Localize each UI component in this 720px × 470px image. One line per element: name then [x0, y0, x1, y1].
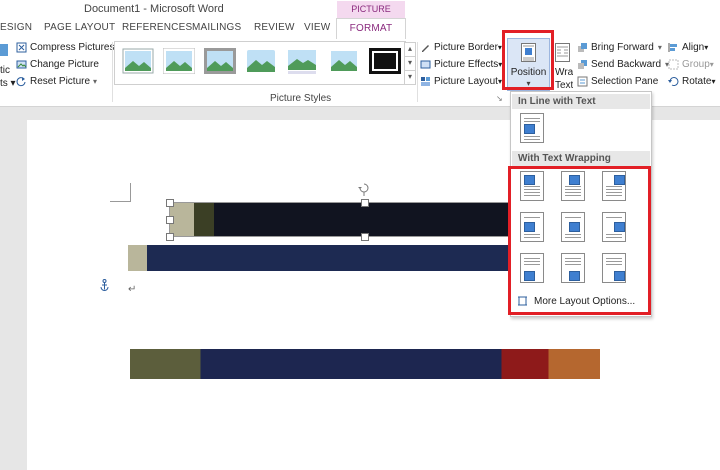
wrap-text-icon[interactable]	[555, 43, 570, 62]
tab-format[interactable]: FORMAT	[336, 18, 406, 40]
align-button[interactable]: Align▾	[668, 40, 708, 55]
wrap-text-label[interactable]: Wrap Text	[555, 66, 573, 92]
tab-page-layout[interactable]: PAGE LAYOUT	[44, 18, 115, 38]
ribbon-separator	[112, 42, 113, 102]
picture-style-7[interactable]	[369, 48, 401, 74]
picture-effects-button[interactable]: Picture Effects▾	[420, 57, 502, 72]
send-backward-button[interactable]: Send Backward ▾	[577, 57, 669, 72]
bring-forward-button[interactable]: Bring Forward ▾	[577, 40, 662, 55]
gallery-scroll-up[interactable]: ▴	[404, 42, 416, 57]
rotate-handle-icon[interactable]	[358, 182, 370, 196]
rotate-icon	[668, 76, 679, 86]
resize-handle[interactable]	[361, 199, 369, 207]
resize-handle[interactable]	[166, 233, 174, 241]
picture-style-5[interactable]	[286, 48, 318, 74]
picture-styles-group-label: Picture Styles	[270, 93, 332, 104]
artistic-effects-icon[interactable]	[0, 44, 8, 56]
picture-layout-label: Picture Layout	[434, 76, 498, 87]
wrapping-header: With Text Wrapping	[512, 151, 650, 166]
selection-pane-button[interactable]: Selection Pane	[577, 74, 658, 89]
send-backward-label: Send Backward	[591, 59, 662, 70]
image-icon	[524, 124, 535, 134]
change-picture-icon	[16, 60, 27, 69]
picture-tools-label: PICTURE TOOLS	[337, 1, 405, 31]
artistic-effects-dropdown[interactable]: ts ▾	[0, 76, 16, 91]
reset-picture-button[interactable]: Reset Picture ▾	[16, 74, 97, 89]
tab-references[interactable]: REFERENCES	[122, 18, 192, 38]
resize-handle[interactable]	[361, 233, 369, 241]
rotate-label: Rotate	[682, 76, 712, 87]
highlight-wrapping-options	[508, 166, 651, 315]
change-picture-label: Change Picture	[30, 59, 99, 70]
reset-picture-label: Reset Picture	[30, 76, 91, 87]
send-backward-icon	[578, 59, 587, 69]
selection-pane-icon	[577, 76, 588, 87]
compress-icon	[16, 42, 27, 53]
group-button[interactable]: Group▾	[668, 57, 714, 72]
tab-design[interactable]: ESIGN	[0, 18, 32, 38]
picture-style-4[interactable]	[245, 48, 277, 74]
align-icon	[668, 42, 677, 52]
group-icon	[668, 59, 679, 70]
anchor-icon	[100, 279, 109, 291]
ribbon-separator	[417, 42, 418, 102]
resize-handle[interactable]	[166, 216, 174, 224]
picture-border-button[interactable]: Picture Border▾	[420, 40, 502, 55]
pen-icon	[422, 44, 429, 52]
change-picture-button[interactable]: Change Picture	[16, 57, 99, 72]
picture-stripe-2[interactable]	[128, 245, 510, 271]
picture-border-label: Picture Border	[434, 42, 498, 53]
bring-forward-icon	[578, 42, 587, 52]
highlight-position	[502, 30, 554, 90]
compress-pictures-button[interactable]: Compress Pictures	[16, 40, 114, 55]
inline-header: In Line with Text	[512, 94, 650, 109]
gallery-scroll-down[interactable]: ▾	[404, 56, 416, 71]
window-title: Document1 - Microsoft Word	[84, 3, 224, 15]
tab-mailings[interactable]: MAILINGS	[192, 18, 241, 38]
align-label: Align	[682, 42, 705, 53]
picture-style-2[interactable]	[163, 48, 195, 74]
bring-forward-label: Bring Forward	[591, 42, 654, 53]
group-label: Group	[682, 59, 710, 70]
paragraph-mark: ↵	[128, 284, 137, 295]
picture-effects-label: Picture Effects	[434, 59, 499, 70]
gallery-more[interactable]: ▾	[404, 70, 416, 85]
picture-style-1[interactable]	[122, 48, 154, 74]
tab-view[interactable]: VIEW	[304, 18, 330, 38]
effects-icon	[420, 60, 431, 69]
tab-review[interactable]: REVIEW	[254, 18, 295, 38]
picture-stripe-3[interactable]	[130, 349, 600, 379]
rotate-button[interactable]: Rotate▾	[668, 74, 715, 89]
picture-layout-button[interactable]: Picture Layout▾	[420, 74, 502, 89]
inline-position-option[interactable]	[520, 113, 544, 143]
compress-pictures-label: Compress Pictures	[30, 42, 115, 53]
reset-icon	[16, 76, 26, 87]
resize-handle[interactable]	[166, 199, 174, 207]
dialog-launcher-icon[interactable]: ↘	[496, 94, 503, 103]
margin-corner-mark	[110, 183, 131, 202]
selection-border	[169, 202, 510, 237]
layout-icon	[421, 76, 430, 86]
selection-pane-label: Selection Pane	[591, 76, 659, 87]
picture-style-6[interactable]	[328, 48, 360, 74]
picture-style-3[interactable]	[204, 48, 236, 74]
